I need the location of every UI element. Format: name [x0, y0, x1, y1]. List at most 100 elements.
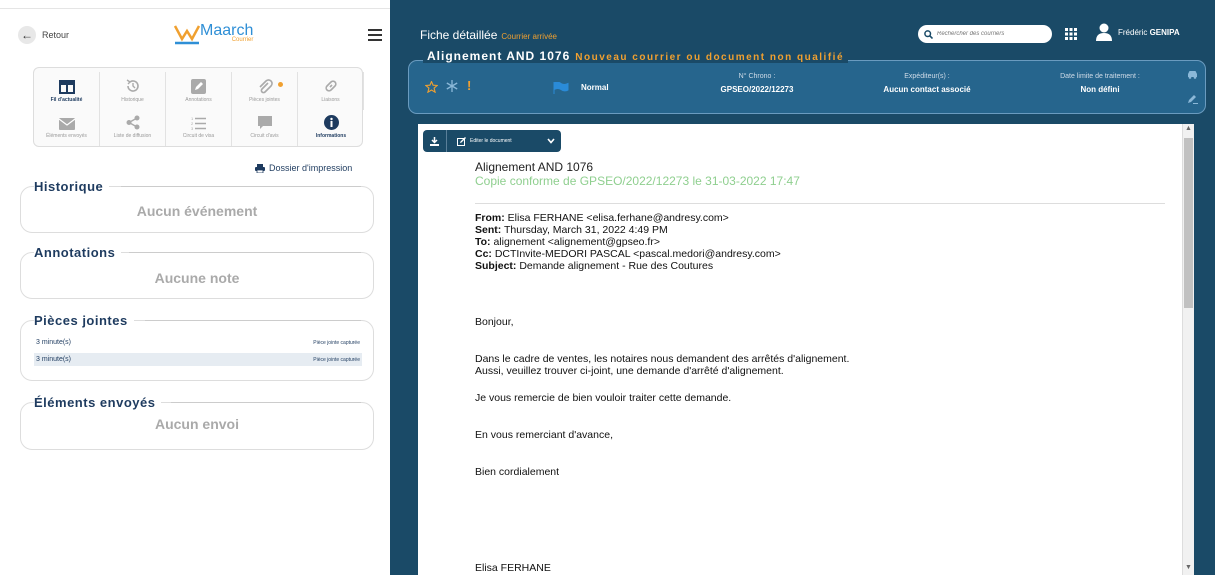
tool-informations[interactable]: Informations [298, 108, 364, 146]
empty-message: Aucun événement [136, 203, 258, 219]
mail-title: Alignement AND 1076 Nouveau courrier ou d… [423, 49, 849, 63]
tool-label: Liste de diffusion [113, 133, 152, 139]
history-icon [126, 79, 139, 92]
attachment-label: Pièce jointe capturée [313, 356, 360, 363]
exclamation-icon[interactable]: ! [467, 78, 471, 93]
email-greeting: Bonjour, [475, 316, 514, 328]
email-to: To: alignement <alignement@gpseo.fr> [475, 236, 660, 248]
maarch-logo-icon [174, 25, 200, 45]
tool-elements-envoyes[interactable]: Éléments envoyés [34, 108, 100, 146]
chrono-label: N° Chrono : [738, 73, 776, 80]
document-toolbar: Editer le document [423, 130, 561, 152]
maarch-logo: Maarch Courrier [174, 23, 253, 45]
user-icon [1096, 23, 1112, 41]
scroll-down-icon[interactable]: ▼ [1184, 564, 1193, 574]
snowflake-icon[interactable] [446, 80, 458, 92]
deadline-field: Date limite de traitement : Non défini [1025, 73, 1175, 94]
section-pieces-jointes: Pièces jointes 3 minute(s) Pièce jointe … [20, 313, 374, 381]
link-icon [324, 80, 337, 92]
tool-label: Circuit de visa [182, 133, 215, 139]
mail-subject: Alignement AND 1076 [427, 49, 571, 63]
share-icon [126, 115, 139, 130]
email-paragraph: En vous remerciant d'avance, [475, 429, 613, 441]
email-subject: Subject: Demande alignement - Rue des Co… [475, 260, 714, 272]
document-subject: Alignement AND 1076 [475, 160, 594, 174]
email-signature: Elisa FERHANE [475, 562, 551, 574]
print-folder-label: Dossier d'impression [269, 163, 353, 173]
tool-label: Liaisons [321, 97, 340, 103]
document-viewer[interactable]: Editer le document Alignement AND 1076 C… [418, 124, 1194, 575]
newspaper-icon [58, 80, 75, 94]
deadline-label: Date limite de traitement : [1060, 73, 1140, 80]
back-button[interactable]: ← Retour [18, 26, 69, 44]
star-icon[interactable] [425, 81, 438, 93]
car-icon[interactable] [1187, 70, 1198, 79]
pen-icon[interactable] [1187, 94, 1198, 104]
attachment-time: 3 minute(s) [36, 356, 72, 363]
list-item[interactable]: 3 minute(s) Pièce jointe capturée [34, 336, 362, 349]
section-elements-envoyes: Éléments envoyés Aucun envoi [20, 395, 374, 450]
tool-circuit-avis[interactable]: Circuit d'avis [232, 108, 298, 146]
chevron-down-icon[interactable] [541, 130, 561, 152]
email-sent: Sent: Thursday, March 31, 2022 4:49 PM [475, 224, 668, 236]
tool-label: Pièces jointes [249, 97, 280, 103]
section-title: Annotations [34, 245, 122, 260]
email-paragraph: Aussi, veuillez trouver ci-joint, une de… [475, 365, 784, 377]
document-scrollbar[interactable]: ▲ ▼ [1182, 124, 1194, 575]
list-item[interactable]: 3 minute(s) Pièce jointe capturée [34, 353, 362, 366]
page-subtitle: Courrier arrivée [501, 32, 557, 41]
edit-document-label: Editer le document [470, 138, 512, 144]
tool-pieces-jointes[interactable]: Pièces jointes [232, 72, 298, 110]
download-icon [430, 136, 439, 146]
flag-icon [553, 82, 569, 94]
tool-circuit-visa[interactable]: 123 Circuit de visa [166, 108, 232, 146]
tool-liaisons[interactable]: Liaisons [298, 72, 364, 110]
print-folder-link[interactable]: Dossier d'impression [255, 163, 352, 173]
page-title-text: Fiche détaillée [420, 28, 498, 42]
section-historique: Historique Aucun événement [20, 179, 374, 233]
tool-label: Historique [121, 97, 144, 103]
tool-label: Annotations [185, 97, 212, 103]
apps-grid-icon[interactable] [1065, 28, 1077, 40]
search-box[interactable] [918, 25, 1052, 43]
scroll-up-icon[interactable]: ▲ [1184, 125, 1193, 135]
tool-label: Circuit d'avis [250, 133, 279, 139]
section-title: Pièces jointes [34, 313, 134, 328]
email-paragraph: Je vous remercie de bien vouloir traiter… [475, 392, 732, 404]
tool-historique[interactable]: Historique [100, 72, 166, 110]
info-icon [323, 115, 339, 130]
document-content: Alignement AND 1076 Copie conforme de GP… [475, 160, 1165, 574]
tool-label: Fil d'actualité [50, 97, 83, 103]
deadline-value: Non défini [1080, 85, 1120, 94]
scroll-thumb[interactable] [1184, 138, 1193, 308]
sender-label: Expéditeur(s) : [904, 73, 950, 80]
search-input[interactable] [937, 31, 1047, 37]
menu-icon[interactable] [368, 29, 382, 44]
tool-label: Éléments envoyés [46, 133, 87, 139]
list-icon: 123 [191, 116, 206, 130]
attachment-time: 3 minute(s) [36, 339, 72, 346]
empty-message: Aucun envoi [154, 416, 239, 432]
attachment-label: Pièce jointe capturée [313, 339, 360, 346]
tool-fil-actualite[interactable]: Fil d'actualité [34, 72, 100, 110]
empty-message: Aucune note [154, 270, 240, 286]
left-header: ← Retour Maarch Courrier [0, 8, 390, 58]
search-icon [924, 29, 933, 39]
mail-summary-card: Alignement AND 1076 Nouveau courrier ou d… [408, 49, 1206, 114]
sender-value: Aucun contact associé [883, 85, 971, 94]
divider [475, 203, 1165, 204]
annotation-icon [191, 79, 206, 94]
download-button[interactable] [423, 130, 447, 152]
user-last-name: GENIPA [1149, 27, 1180, 37]
edit-document-button[interactable]: Editer le document [447, 130, 522, 152]
mail-status: Nouveau courrier ou document non qualifi… [575, 52, 845, 63]
svg-text:3: 3 [191, 126, 194, 130]
tool-annotations[interactable]: Annotations [166, 72, 232, 110]
document-copy-stamp: Copie conforme de GPSEO/2022/12273 le 31… [475, 174, 800, 188]
printer-icon [255, 163, 265, 173]
user-name: Frédéric GENIPA [1118, 28, 1180, 37]
sender-field: Expéditeur(s) : Aucun contact associé [857, 73, 997, 94]
email-signoff: Bien cordialement [475, 466, 560, 478]
user-menu[interactable]: Frédéric GENIPA [1096, 23, 1180, 41]
tool-liste-diffusion[interactable]: Liste de diffusion [100, 108, 166, 146]
